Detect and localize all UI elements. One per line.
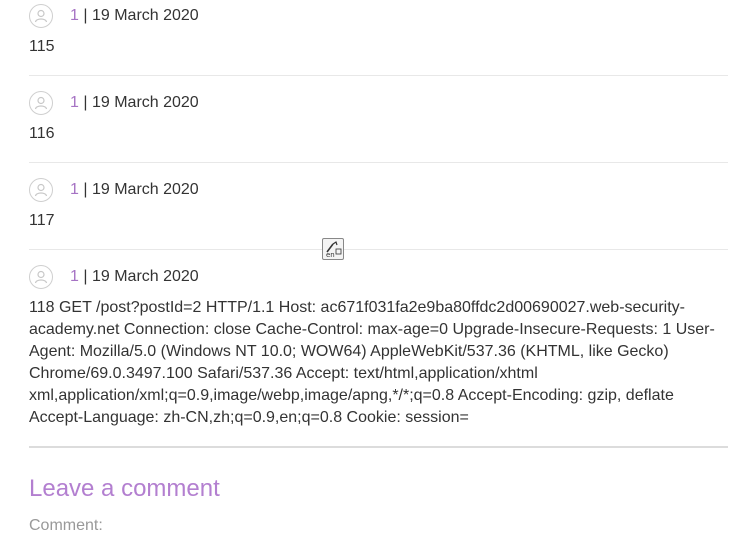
avatar-icon [29,178,53,202]
comment-divider [29,162,728,163]
comment-date: 19 March 2020 [91,268,199,285]
comment-date: 19 March 2020 [91,7,199,24]
comment-text: 115 [29,38,55,55]
meta-separator: | [83,268,88,285]
comment-text: 117 [29,212,55,229]
comment-meta: 1 | 19 March 2020 [70,6,199,26]
comment-author[interactable]: 1 [70,181,79,198]
comment-item: 1 | 19 March 2020 117 [29,177,728,232]
comment-item: 1 | 19 March 2020 118 GET /post?postId=2… [29,264,728,429]
comment-meta: 1 | 19 March 2020 [70,267,199,287]
comment-author[interactable]: 1 [70,94,79,111]
comment-divider [29,249,728,250]
comment-author[interactable]: 1 [70,268,79,285]
comment-item: 1 | 19 March 2020 116 [29,90,728,145]
leave-comment-heading: Leave a comment [29,475,220,502]
comment-header: 1 | 19 March 2020 [29,264,728,290]
meta-separator: | [83,7,88,24]
avatar-icon [29,91,53,115]
comment-header: 1 | 19 March 2020 [29,90,728,116]
comment-field-label: Comment: [29,517,103,534]
comment-author[interactable]: 1 [70,7,79,24]
translate-icon[interactable]: en [322,238,344,260]
comment-header: 1 | 19 March 2020 [29,177,728,203]
meta-separator: | [83,181,88,198]
comment-meta: 1 | 19 March 2020 [70,180,199,200]
comment-text: 118 GET /post?postId=2 HTTP/1.1 Host: ac… [29,299,715,426]
comment-header: 1 | 19 March 2020 [29,3,728,29]
meta-separator: | [83,94,88,111]
avatar-icon [29,4,53,28]
svg-text:en: en [326,251,335,258]
comment-date: 19 March 2020 [91,181,199,198]
comment-date: 19 March 2020 [91,94,199,111]
comment-meta: 1 | 19 March 2020 [70,93,199,113]
section-divider [29,446,728,448]
avatar-icon [29,265,53,289]
comments-page: 1 | 19 March 2020 115 1 | 19 March 2020 … [0,0,732,536]
comment-divider [29,75,728,76]
comment-text: 116 [29,125,55,142]
comment-item: 1 | 19 March 2020 115 [29,3,728,58]
